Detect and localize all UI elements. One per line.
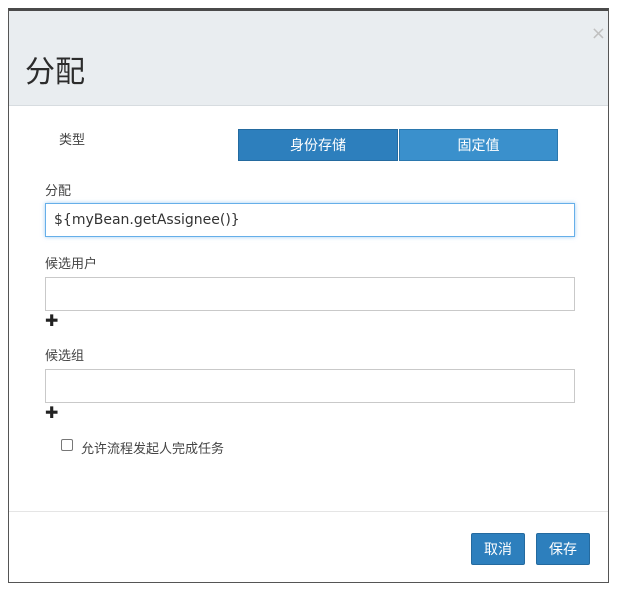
candidate-groups-label: 候选组 bbox=[45, 349, 85, 364]
assignment-label: 分配 bbox=[45, 184, 72, 199]
candidate-users-input[interactable] bbox=[45, 277, 575, 311]
cancel-button[interactable]: 取消 bbox=[471, 533, 525, 565]
save-button[interactable]: 保存 bbox=[536, 533, 590, 565]
type-option-fixed-value[interactable]: 固定值 bbox=[399, 129, 558, 161]
add-candidate-user-plus-icon[interactable]: ✚ bbox=[45, 311, 58, 330]
allow-initiator-label: 允许流程发起人完成任务 bbox=[81, 442, 225, 457]
add-candidate-group-plus-icon[interactable]: ✚ bbox=[45, 403, 58, 422]
type-label: 类型 bbox=[59, 133, 86, 148]
assignment-dialog: 分配 × 类型 身份存储 固定值 分配 ${myBean.getAssignee… bbox=[8, 8, 609, 583]
allow-initiator-checkbox[interactable] bbox=[61, 439, 73, 451]
dialog-header: 分配 × bbox=[9, 11, 608, 106]
assignment-input[interactable]: ${myBean.getAssignee()} bbox=[45, 203, 575, 237]
type-option-identity-store[interactable]: 身份存储 bbox=[238, 129, 398, 161]
footer-divider bbox=[9, 511, 608, 512]
candidate-users-label: 候选用户 bbox=[45, 257, 98, 272]
close-icon[interactable]: × bbox=[591, 25, 606, 43]
candidate-groups-input[interactable] bbox=[45, 369, 575, 403]
dialog-title: 分配 bbox=[25, 55, 85, 90]
